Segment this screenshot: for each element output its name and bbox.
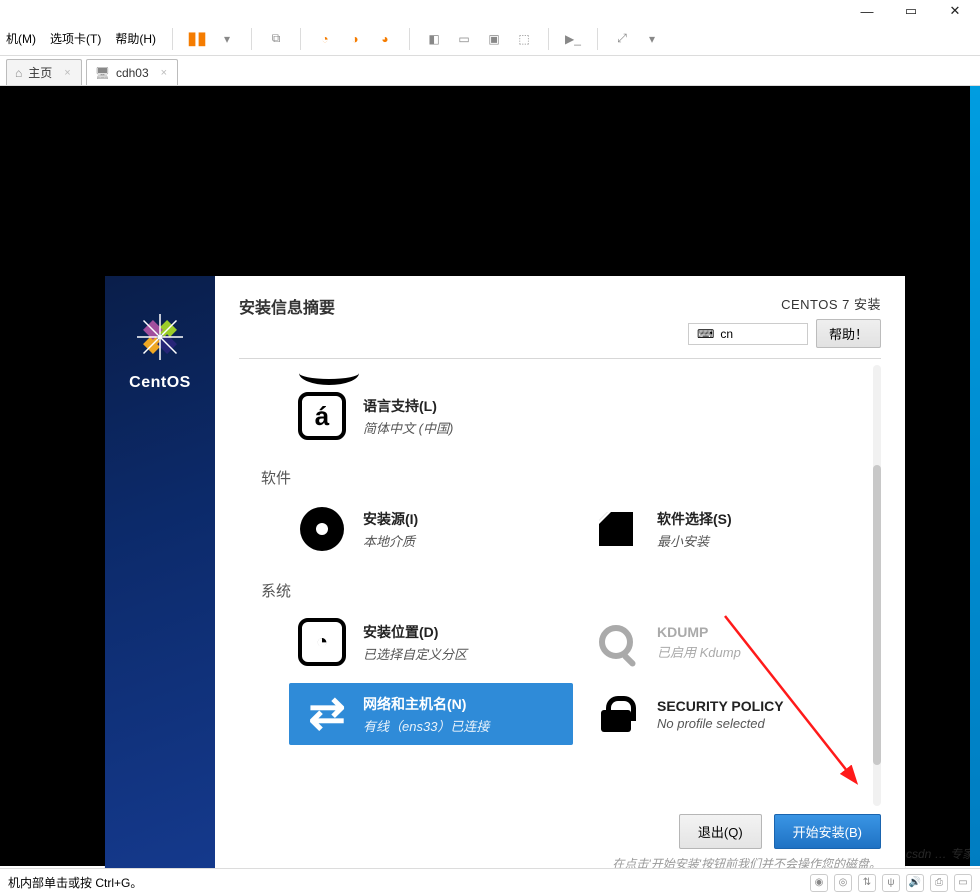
keyboard-icon: ⌨ xyxy=(697,327,714,341)
network-icon: ⇄ xyxy=(297,689,347,739)
spoke-title: 软件选择(S) xyxy=(657,509,732,529)
hdd-icon: ◔ xyxy=(297,617,347,667)
disc-icon xyxy=(297,504,347,554)
lock-icon xyxy=(591,689,641,739)
header-divider xyxy=(239,358,881,359)
dropdown-icon[interactable]: ▾ xyxy=(217,29,237,49)
spoke-sub: 简体中文 (中国) xyxy=(363,418,453,437)
tab-vm-label: cdh03 xyxy=(116,66,149,80)
device-printer-icon[interactable]: ⎙ xyxy=(930,874,948,892)
tab-home-label: 主页 xyxy=(28,64,52,81)
device-cd-icon[interactable]: ◎ xyxy=(834,874,852,892)
page-title: 安装信息摘要 xyxy=(239,294,335,318)
spoke-title: KDUMP xyxy=(657,624,741,640)
snapshot-take-icon[interactable]: ◔ xyxy=(315,29,335,49)
pause-icon[interactable]: ▮▮ xyxy=(187,29,207,49)
search-icon xyxy=(591,617,641,667)
desktop-edge xyxy=(970,86,980,866)
vm-viewport[interactable]: CentOS 安装信息摘要 CENTOS 7 安装 ⌨ cn 帮助！ xyxy=(0,86,980,866)
installer-main: 安装信息摘要 CENTOS 7 安装 ⌨ cn 帮助！ xyxy=(215,276,905,886)
spoke-language[interactable]: á 语言支持(L) 简体中文 (中国) xyxy=(289,385,867,447)
device-display-icon[interactable]: ▭ xyxy=(954,874,972,892)
view-unity-icon[interactable]: ⬚ xyxy=(514,29,534,49)
installer-sidebar: CentOS xyxy=(105,276,215,886)
dropdown-icon[interactable]: ▾ xyxy=(642,29,662,49)
scrollbar-thumb[interactable] xyxy=(873,465,881,765)
toolbar-separator xyxy=(172,28,173,50)
menu-machine[interactable]: 机(M) xyxy=(4,27,38,50)
device-sound-icon[interactable]: 🔊 xyxy=(906,874,924,892)
toolbar-separator xyxy=(548,28,549,50)
home-icon: ⌂ xyxy=(15,66,22,80)
view-fit-icon[interactable]: ▣ xyxy=(484,29,504,49)
spoke-installation-source[interactable]: 安装源(I) 本地介质 xyxy=(289,498,573,560)
spoke-title: 安装源(I) xyxy=(363,509,418,529)
device-hdd-icon[interactable]: ◉ xyxy=(810,874,828,892)
device-usb-icon[interactable]: ψ xyxy=(882,874,900,892)
toolbar-separator xyxy=(409,28,410,50)
statusbar: 机内部单击或按 Ctrl+G。 ◉ ◎ ⇅ ψ 🔊 ⎙ ▭ xyxy=(0,868,980,896)
spoke-sub: 有线（ens33）已连接 xyxy=(363,716,489,735)
quit-button[interactable]: 退出(Q) xyxy=(679,814,762,849)
centos-logo-icon xyxy=(135,312,185,362)
keyboard-indicator[interactable]: ⌨ cn xyxy=(688,323,808,345)
anaconda-installer: CentOS 安装信息摘要 CENTOS 7 安装 ⌨ cn 帮助！ xyxy=(105,276,905,886)
menu-tabs[interactable]: 选项卡(T) xyxy=(48,27,103,50)
package-icon xyxy=(591,504,641,554)
spoke-sub: 本地介质 xyxy=(363,531,418,550)
brand-label: CentOS xyxy=(129,374,191,392)
installer-footer: 退出(Q) 开始安装(B) xyxy=(239,814,881,849)
help-button[interactable]: 帮助！ xyxy=(816,319,881,348)
vm-icon: 🖥 xyxy=(95,66,110,80)
window-titlebar: — ▭ ✕ xyxy=(0,0,980,22)
spoke-security-policy[interactable]: SECURITY POLICY No profile selected xyxy=(583,683,867,745)
maximize-button[interactable]: ▭ xyxy=(890,1,932,21)
spoke-title: 安装位置(D) xyxy=(363,622,467,642)
distro-label: CENTOS 7 安装 xyxy=(688,294,881,313)
console-icon[interactable]: ▶_ xyxy=(563,29,583,49)
toolbar-separator xyxy=(300,28,301,50)
fullscreen-icon[interactable]: ⤢ xyxy=(612,29,632,49)
device-net-icon[interactable]: ⇅ xyxy=(858,874,876,892)
language-icon: á xyxy=(297,391,347,441)
tabbar: ⌂ 主页 × 🖥 cdh03 × xyxy=(0,56,980,86)
close-icon[interactable]: × xyxy=(64,67,70,79)
spoke-title: 语言支持(L) xyxy=(363,396,453,416)
spoke-title: 网络和主机名(N) xyxy=(363,694,489,714)
spoke-sub: 已选择自定义分区 xyxy=(363,644,467,663)
keyboard-value: cn xyxy=(720,327,733,341)
spoke-sub: No profile selected xyxy=(657,716,784,731)
begin-install-button[interactable]: 开始安装(B) xyxy=(774,814,881,849)
close-button[interactable]: ✕ xyxy=(934,1,976,21)
toolbar-separator xyxy=(251,28,252,50)
view-single-icon[interactable]: ▭ xyxy=(454,29,474,49)
spoke-sub: 已启用 Kdump xyxy=(657,642,741,661)
menubar: 机(M) 选项卡(T) 帮助(H) ▮▮ ▾ ⧉ ◔ ◑ ◕ ◧ ▭ ▣ ⬚ ▶… xyxy=(0,22,980,56)
menu-help[interactable]: 帮助(H) xyxy=(113,27,158,50)
spoke-kdump[interactable]: KDUMP 已启用 Kdump xyxy=(583,611,867,673)
toolbar-separator xyxy=(597,28,598,50)
watermark: https://blog.csdn … 专家 xyxy=(844,845,974,862)
minimize-button[interactable]: — xyxy=(846,1,888,21)
spoke-sub: 最小安装 xyxy=(657,531,732,550)
snapshot-revert-icon[interactable]: ◑ xyxy=(345,29,365,49)
close-icon[interactable]: × xyxy=(161,67,167,79)
status-tray: ◉ ◎ ⇅ ψ 🔊 ⎙ ▭ xyxy=(810,874,972,892)
spoke-installation-destination[interactable]: ◔ 安装位置(D) 已选择自定义分区 xyxy=(289,611,573,673)
category-system: 系统 xyxy=(261,580,867,601)
view-split-icon[interactable]: ◧ xyxy=(424,29,444,49)
spoke-network[interactable]: ⇄ 网络和主机名(N) 有线（ens33）已连接 xyxy=(289,683,573,745)
localization-icon-partial xyxy=(299,365,359,385)
category-software: 软件 xyxy=(261,467,867,488)
send-icon[interactable]: ⧉ xyxy=(266,29,286,49)
status-text: 机内部单击或按 Ctrl+G。 xyxy=(8,874,142,891)
tab-home[interactable]: ⌂ 主页 × xyxy=(6,59,82,85)
tab-vm[interactable]: 🖥 cdh03 × xyxy=(86,59,178,85)
spoke-software-selection[interactable]: 软件选择(S) 最小安装 xyxy=(583,498,867,560)
summary-scroll: á 语言支持(L) 简体中文 (中国) 软件 安装源(I) 本地介质 xyxy=(239,365,881,806)
snapshot-manage-icon[interactable]: ◕ xyxy=(375,29,395,49)
spoke-title: SECURITY POLICY xyxy=(657,698,784,714)
installer-header: 安装信息摘要 CENTOS 7 安装 ⌨ cn 帮助！ xyxy=(239,294,881,348)
